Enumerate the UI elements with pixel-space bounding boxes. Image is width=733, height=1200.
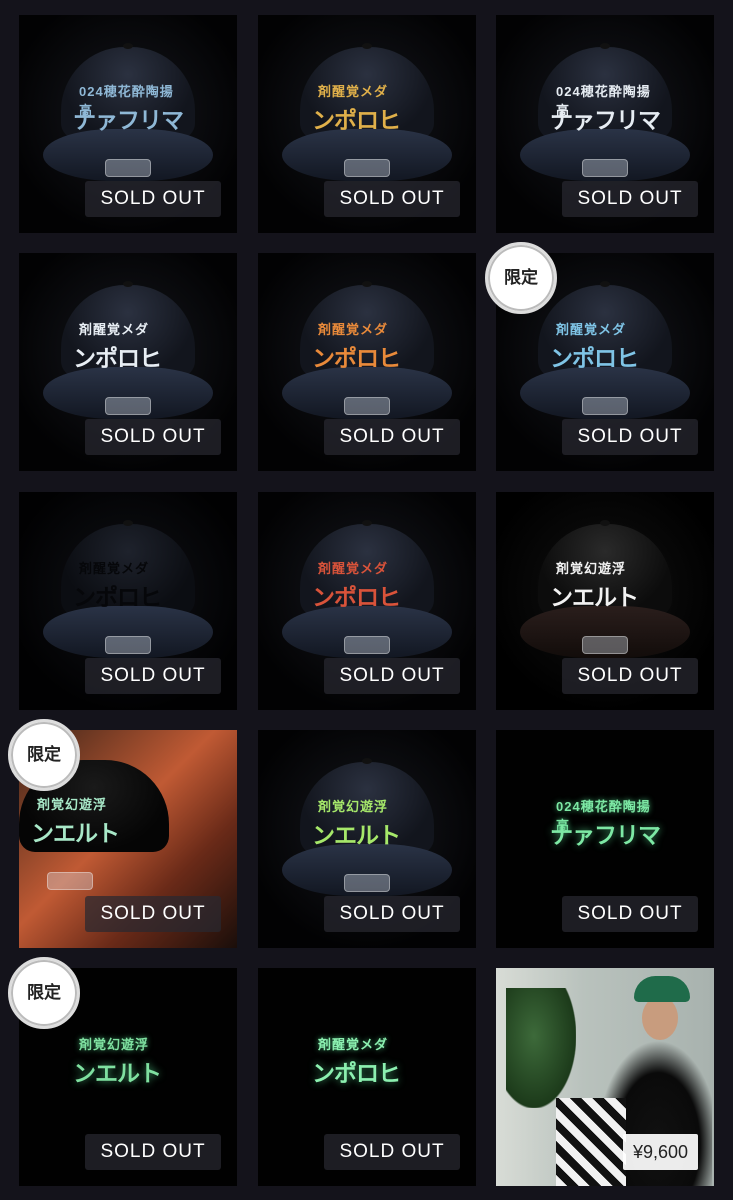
sold-out-label: SOLD OUT xyxy=(562,419,698,455)
sold-out-label: SOLD OUT xyxy=(324,896,460,932)
price-tag: ¥9,600 xyxy=(622,1134,698,1170)
embroidery-line-2: ナァフリマ xyxy=(550,107,661,133)
cap-image: 剤醒覚メダ ンポロヒ xyxy=(282,994,452,1154)
product-card[interactable]: 剤醒覚メダ ンポロヒ SOLD OUT xyxy=(19,492,237,710)
cap-image: 024穂花酔陶揚高 ナァフリマ xyxy=(520,756,690,916)
green-cap xyxy=(634,976,690,1002)
product-card[interactable]: 024穂花酔陶揚高 ナァフリマ SOLD OUT xyxy=(496,730,714,948)
sold-out-label: SOLD OUT xyxy=(562,181,698,217)
embroidery-line-2: ンエルト xyxy=(550,584,639,610)
embroidery-line-2: ンポロヒ xyxy=(550,345,639,371)
embroidery-line-2: ナァフリマ xyxy=(73,107,184,133)
product-card[interactable]: 剤覚幻遊浮 ンエルト SOLD OUT xyxy=(258,730,476,948)
embroidery-line-1: 剤醒覚メダ xyxy=(79,561,150,576)
cap-image: 剤覚幻遊浮 ンエルト xyxy=(520,518,690,678)
sold-out-label: SOLD OUT xyxy=(85,181,221,217)
cap-image: 剤醒覚メダ ンポロヒ xyxy=(43,518,213,678)
embroidery-line-2: ンエルト xyxy=(31,820,120,846)
product-card[interactable]: 剤醒覚メダ ンポロヒ SOLD OUT xyxy=(258,968,476,1186)
sold-out-label: SOLD OUT xyxy=(562,658,698,694)
embroidery-line-2: ンポロヒ xyxy=(312,584,401,610)
embroidery-line-1: 剤醒覚メダ xyxy=(556,322,627,337)
zebra-blanket xyxy=(556,1098,626,1186)
embroidery-line-2: ンエルト xyxy=(312,822,401,848)
embroidery-line-1: 剤覚幻遊浮 xyxy=(37,797,108,812)
embroidery-line-1: 剤醒覚メダ xyxy=(318,84,389,99)
product-card[interactable]: 剤醒覚メダ ンポロヒ SOLD OUT xyxy=(258,492,476,710)
embroidery-line-1: 024穂花酔陶揚高 xyxy=(79,84,174,118)
sold-out-label: SOLD OUT xyxy=(324,419,460,455)
embroidery-line-1: 剤醒覚メダ xyxy=(318,322,389,337)
embroidery-line-1: 剤醒覚メダ xyxy=(318,1037,389,1052)
cap-image: 024穂花酔陶揚高 ナァフリマ xyxy=(520,41,690,201)
embroidery-line-1: 024穂花酔陶揚高 xyxy=(556,799,651,833)
embroidery-line-2: ンポロヒ xyxy=(312,1060,401,1086)
limited-badge: 限定 xyxy=(485,242,557,314)
embroidery-line-2: ンポロヒ xyxy=(312,345,401,371)
sold-out-label: SOLD OUT xyxy=(85,1134,221,1170)
cap-image: 剤醒覚メダ ンポロヒ xyxy=(282,279,452,439)
cap-image: 剤醒覚メダ ンポロヒ xyxy=(43,279,213,439)
embroidery-line-1: 剤醒覚メダ xyxy=(79,322,150,337)
cap-image: 剤醒覚メダ ンポロヒ xyxy=(282,41,452,201)
product-card[interactable]: 024穂花酔陶揚高 ナァフリマ SOLD OUT xyxy=(496,15,714,233)
product-card[interactable]: 剤覚幻遊浮 ンエルト SOLD OUT 限定 xyxy=(8,719,237,948)
sold-out-label: SOLD OUT xyxy=(85,896,221,932)
sold-out-label: SOLD OUT xyxy=(324,1134,460,1170)
product-card[interactable]: ¥9,600 xyxy=(496,968,714,1186)
limited-badge: 限定 xyxy=(8,957,80,1029)
embroidery-line-2: ンエルト xyxy=(73,1060,162,1086)
embroidery-line-1: 剤醒覚メダ xyxy=(318,561,389,576)
product-card[interactable]: 024穂花酔陶揚高 ナァフリマ SOLD OUT xyxy=(19,15,237,233)
product-grid: 024穂花酔陶揚高 ナァフリマ SOLD OUT 剤醒覚メダ ンポロヒ SOLD… xyxy=(0,0,733,1200)
sold-out-label: SOLD OUT xyxy=(324,181,460,217)
plant-image xyxy=(506,988,576,1108)
sold-out-label: SOLD OUT xyxy=(85,658,221,694)
product-card[interactable]: 剤醒覚メダ ンポロヒ SOLD OUT xyxy=(258,253,476,471)
cap-image: 024穂花酔陶揚高 ナァフリマ xyxy=(43,41,213,201)
embroidery-line-1: 剤覚幻遊浮 xyxy=(79,1037,150,1052)
product-card[interactable]: 剤覚幻遊浮 ンエルト SOLD OUT xyxy=(496,492,714,710)
embroidery-line-1: 剤覚幻遊浮 xyxy=(556,561,627,576)
product-card[interactable]: 剤覚幻遊浮 ンエルト SOLD OUT 限定 xyxy=(8,957,237,1186)
product-card[interactable]: 剤醒覚メダ ンポロヒ SOLD OUT xyxy=(258,15,476,233)
embroidery-line-2: ナァフリマ xyxy=(550,822,661,848)
limited-badge: 限定 xyxy=(8,719,80,791)
embroidery-line-2: ンポロヒ xyxy=(73,584,162,610)
cap-image: 剤醒覚メダ ンポロヒ xyxy=(282,518,452,678)
product-card[interactable]: 剤醒覚メダ ンポロヒ SOLD OUT 限定 xyxy=(485,242,714,471)
sold-out-label: SOLD OUT xyxy=(324,658,460,694)
embroidery-line-1: 024穂花酔陶揚高 xyxy=(556,84,651,118)
embroidery-line-2: ンポロヒ xyxy=(312,107,401,133)
product-card[interactable]: 剤醒覚メダ ンポロヒ SOLD OUT xyxy=(19,253,237,471)
embroidery-line-2: ンポロヒ xyxy=(73,345,162,371)
cap-image: 剤覚幻遊浮 ンエルト xyxy=(282,756,452,916)
sold-out-label: SOLD OUT xyxy=(562,896,698,932)
sold-out-label: SOLD OUT xyxy=(85,419,221,455)
embroidery-line-1: 剤覚幻遊浮 xyxy=(318,799,389,814)
person-head xyxy=(642,996,678,1040)
